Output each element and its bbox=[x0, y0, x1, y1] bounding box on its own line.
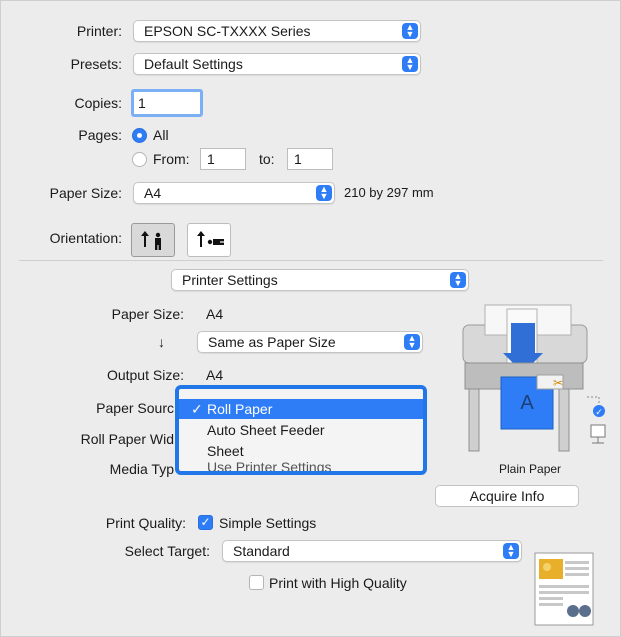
presets-label: Presets: bbox=[70, 56, 122, 72]
portrait-orientation-button[interactable] bbox=[131, 223, 175, 257]
paper-type-caption: Plain Paper bbox=[499, 462, 562, 476]
popup-arrows-icon: ▲ ▼ bbox=[503, 543, 519, 559]
select-target-popup[interactable]: Standard ▲ ▼ bbox=[222, 540, 522, 562]
print-quality-label: Print Quality: bbox=[105, 515, 186, 531]
paper-size-popup[interactable]: A4 ▲ ▼ bbox=[133, 182, 335, 204]
pages-from-value: 1 bbox=[207, 151, 215, 167]
output-size-value: A4 bbox=[206, 367, 224, 383]
copies-value: 1 bbox=[138, 95, 146, 111]
document-preview-icon bbox=[534, 552, 594, 626]
paper-source-label: Paper Sourc bbox=[96, 400, 174, 416]
output-size-label: Output Size: bbox=[106, 367, 184, 383]
copies-field[interactable]: 1 bbox=[131, 89, 203, 117]
popup-arrows-icon: ▲ ▼ bbox=[402, 23, 418, 39]
menu-item-sheet[interactable]: Sheet bbox=[179, 441, 423, 461]
simple-settings-checkbox[interactable]: ✓ bbox=[198, 515, 213, 530]
presets-popup[interactable]: Default Settings ▲ ▼ bbox=[133, 53, 421, 75]
menu-item-auto-sheet-feeder[interactable]: Auto Sheet Feeder bbox=[179, 420, 423, 440]
orientation-label: Orientation: bbox=[49, 230, 122, 246]
popup-arrows-icon: ▲ ▼ bbox=[450, 272, 466, 288]
menu-item-label: Sheet bbox=[207, 443, 244, 459]
pages-from-field[interactable]: 1 bbox=[200, 148, 246, 170]
pages-to-value: 1 bbox=[294, 151, 302, 167]
popup-arrows-icon: ▲ ▼ bbox=[404, 334, 420, 350]
printer-popup[interactable]: EPSON SC-TXXXX Series ▲ ▼ bbox=[133, 20, 421, 42]
svg-text:A: A bbox=[520, 392, 534, 414]
select-target-value: Standard bbox=[233, 543, 290, 559]
ps-paper-size-value: A4 bbox=[206, 306, 224, 322]
select-target-label: Select Target: bbox=[124, 543, 210, 559]
printer-illustration: A ✂ ✓ bbox=[462, 304, 606, 452]
pages-from-label: From: bbox=[153, 151, 190, 167]
paper-size-label: Paper Size: bbox=[49, 185, 122, 201]
printer-value: EPSON SC-TXXXX Series bbox=[144, 23, 311, 39]
high-quality-checkbox[interactable] bbox=[249, 575, 264, 590]
media-type-label: Media Typ bbox=[109, 461, 174, 477]
portrait-orientation-icon bbox=[141, 231, 161, 250]
pages-to-label: to: bbox=[259, 151, 275, 167]
paper-size-dims: 210 by 297 mm bbox=[344, 185, 434, 200]
copies-label: Copies: bbox=[74, 95, 122, 111]
high-quality-label: Print with High Quality bbox=[269, 575, 407, 591]
landscape-orientation-icon bbox=[197, 231, 224, 247]
ps-paper-size-label: Paper Size: bbox=[111, 306, 184, 322]
pages-all-radio[interactable] bbox=[132, 128, 147, 143]
acquire-info-button[interactable]: Acquire Info bbox=[435, 485, 579, 507]
checkmark-icon: ✓ bbox=[191, 401, 203, 417]
paper-size-value: A4 bbox=[144, 185, 162, 201]
section-divider bbox=[19, 260, 603, 261]
simple-settings-label: Simple Settings bbox=[219, 515, 317, 531]
pages-from-radio[interactable] bbox=[132, 152, 147, 167]
scale-arrow-icon: ↓ bbox=[158, 334, 165, 350]
print-dialog: Printer: EPSON SC-TXXXX Series ▲ ▼ Preset… bbox=[0, 0, 621, 637]
section-popup[interactable]: Printer Settings ▲ ▼ bbox=[171, 269, 469, 291]
popup-arrows-icon: ▲ ▼ bbox=[316, 185, 332, 201]
roll-width-label: Roll Paper Wid bbox=[80, 431, 174, 447]
menu-item-label: Auto Sheet Feeder bbox=[207, 422, 325, 438]
popup-arrows-icon: ▲ ▼ bbox=[402, 56, 418, 72]
menu-item-roll-paper[interactable]: ✓ Roll Paper bbox=[179, 399, 423, 419]
pages-to-field[interactable]: 1 bbox=[287, 148, 333, 170]
printer-label: Printer: bbox=[76, 23, 122, 39]
paper-source-menu: ✓ Roll Paper Auto Sheet Feeder Sheet Use… bbox=[175, 385, 427, 475]
media-type-value-hidden: Use Printer Settings bbox=[207, 459, 332, 475]
svg-text:✓: ✓ bbox=[595, 408, 603, 418]
pages-all-label: All bbox=[153, 127, 169, 143]
landscape-orientation-button[interactable] bbox=[187, 223, 231, 257]
pages-label: Pages: bbox=[78, 127, 122, 143]
menu-item-label: Roll Paper bbox=[207, 401, 273, 417]
presets-value: Default Settings bbox=[144, 56, 243, 72]
section-value: Printer Settings bbox=[182, 272, 278, 288]
scale-value: Same as Paper Size bbox=[208, 334, 336, 350]
svg-text:✂: ✂ bbox=[553, 376, 563, 390]
scale-popup[interactable]: Same as Paper Size ▲ ▼ bbox=[197, 331, 423, 353]
acquire-info-label: Acquire Info bbox=[469, 488, 545, 504]
